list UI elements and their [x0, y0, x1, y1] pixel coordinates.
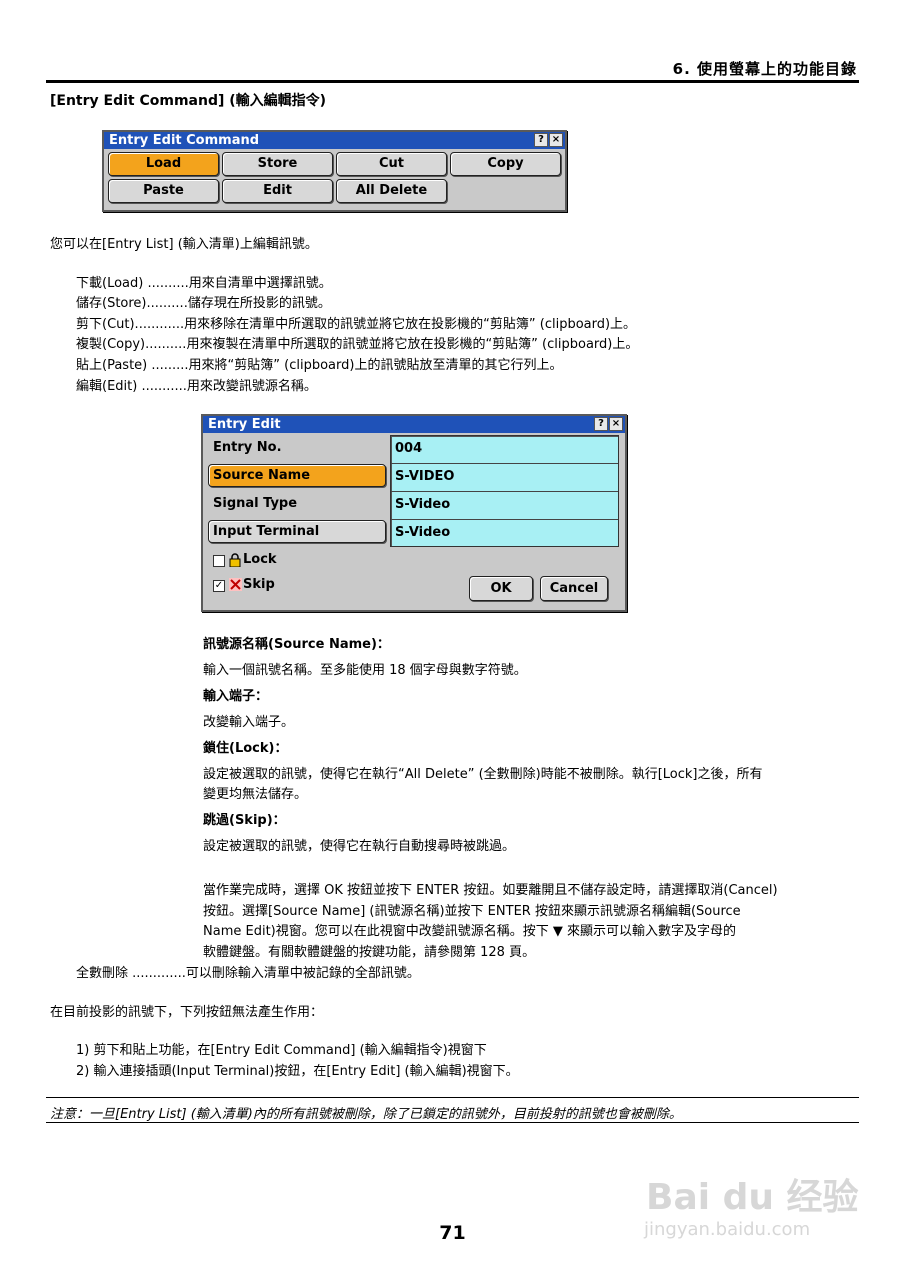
- source-name-value[interactable]: S-VIDEO: [395, 466, 454, 488]
- window-titlebar: Entry Edit ? ×: [203, 416, 625, 433]
- help-icon[interactable]: ?: [594, 417, 608, 431]
- signal-type-label: Signal Type: [213, 496, 298, 511]
- function-cut: 剪下(Cut)............用來移除在清單中所選取的訊號並將它放在投影…: [76, 317, 637, 332]
- function-load: 下載(Load) ..........用來自清單中選擇訊號。: [76, 276, 332, 291]
- edit-button[interactable]: Edit: [222, 179, 333, 203]
- source-name-heading: 訊號源名稱(Source Name)：: [203, 637, 390, 652]
- skip-checkbox[interactable]: ✓: [213, 580, 225, 592]
- completion-line2: 按鈕。選擇[Source Name] (訊號源名稱)並按下 ENTER 按鈕來顯…: [203, 904, 741, 919]
- watermark-url: jingyan.baidu.com: [644, 1219, 811, 1240]
- intro-text: 您可以在[Entry List] (輸入清單)上編輯訊號。: [50, 237, 318, 252]
- input-terminal-desc: 改變輸入端子。: [203, 715, 295, 730]
- close-icon[interactable]: ×: [609, 417, 623, 431]
- input-terminal-heading: 輸入端子：: [203, 689, 269, 704]
- function-all-delete: 全數刪除 .............可以刪除輸入清單中被記錄的全部訊號。: [76, 966, 420, 981]
- store-button[interactable]: Store: [222, 152, 333, 176]
- function-edit: 編輯(Edit) ...........用來改變訊號源名稱。: [76, 379, 317, 394]
- signal-type-value: S-Video: [395, 497, 451, 512]
- skip-icon: [229, 578, 242, 591]
- input-terminal-value: S-Video: [395, 525, 451, 540]
- completion-line4: 軟體鍵盤。有關軟體鍵盤的按鍵功能，請參閱第 128 頁。: [203, 945, 536, 960]
- window-titlebar: Entry Edit Command ? ×: [104, 132, 565, 149]
- function-copy: 複製(Copy)..........用來複製在清單中所選取的訊號並將它放在投影機…: [76, 337, 639, 352]
- source-name-desc: 輸入一個訊號名稱。至多能使用 18 個字母與數字符號。: [203, 663, 527, 678]
- lock-label: Lock: [243, 552, 277, 567]
- ok-button[interactable]: OK: [469, 576, 533, 601]
- row-divider: [391, 491, 618, 492]
- entry-no-label: Entry No.: [213, 440, 282, 455]
- lock-checkbox[interactable]: [213, 555, 225, 567]
- entry-edit-window: Entry Edit ? × Entry No. Source Name Sig…: [201, 414, 627, 612]
- chapter-title: 6. 使用螢幕上的功能目錄: [672, 60, 857, 78]
- help-icon[interactable]: ?: [534, 133, 548, 147]
- function-paste: 貼上(Paste) .........用來將“剪貼簿” (clipboard)上…: [76, 358, 563, 373]
- window-title: Entry Edit: [208, 417, 281, 432]
- limitation-item-1: 1) 剪下和貼上功能，在[Entry Edit Command] (輸入編輯指令…: [76, 1043, 487, 1058]
- watermark-logo: Bai du 经验: [646, 1177, 859, 1218]
- all-delete-button[interactable]: All Delete: [336, 179, 447, 203]
- limitation-intro: 在目前投影的訊號下，下列按鈕無法產生作用：: [50, 1005, 324, 1020]
- row-divider: [391, 463, 618, 464]
- note-text: 注意：一旦[Entry List] (輸入清單)內的所有訊號被刪除，除了已鎖定的…: [50, 1107, 682, 1122]
- row-divider: [391, 519, 618, 520]
- load-button[interactable]: Load: [108, 152, 219, 176]
- lock-desc-line1: 設定被選取的訊號，使得它在執行“All Delete” (全數刪除)時能不被刪除…: [203, 767, 763, 782]
- header-rule: [46, 80, 859, 83]
- lock-desc-line2: 變更均無法儲存。: [203, 787, 308, 802]
- entry-edit-command-window: Entry Edit Command ? × Load Store Cut Co…: [102, 130, 567, 212]
- paste-button[interactable]: Paste: [108, 179, 219, 203]
- skip-desc: 設定被選取的訊號，使得它在執行自動搜尋時被跳過。: [203, 839, 516, 854]
- note-bottom-rule: [46, 1122, 859, 1123]
- close-icon[interactable]: ×: [549, 133, 563, 147]
- function-store: 儲存(Store)..........儲存現在所投影的訊號。: [76, 296, 331, 311]
- lock-heading: 鎖住(Lock)：: [203, 741, 288, 756]
- note-top-rule: [46, 1097, 859, 1098]
- skip-label: Skip: [243, 577, 275, 592]
- limitation-item-2: 2) 輸入連接插頭(Input Terminal)按鈕，在[Entry Edit…: [76, 1064, 519, 1079]
- input-terminal-button[interactable]: Input Terminal: [208, 520, 386, 543]
- lock-icon: [229, 553, 241, 568]
- cancel-button[interactable]: Cancel: [540, 576, 608, 601]
- source-name-button[interactable]: Source Name: [208, 464, 386, 487]
- cut-button[interactable]: Cut: [336, 152, 447, 176]
- completion-line3: Name Edit)視窗。您可以在此視窗中改變訊號源名稱。按下 ▼ 來顯示可以輸…: [203, 924, 736, 939]
- entry-values-panel: 004 S-VIDEO S-Video S-Video: [390, 435, 619, 547]
- section-heading: [Entry Edit Command] (輸入編輯指令): [50, 93, 327, 109]
- window-title: Entry Edit Command: [109, 133, 260, 148]
- copy-button[interactable]: Copy: [450, 152, 561, 176]
- completion-line1: 當作業完成時，選擇 OK 按鈕並按下 ENTER 按鈕。如要離開且不儲存設定時，…: [203, 883, 778, 898]
- skip-heading: 跳過(Skip)：: [203, 813, 286, 828]
- entry-no-value: 004: [395, 441, 423, 456]
